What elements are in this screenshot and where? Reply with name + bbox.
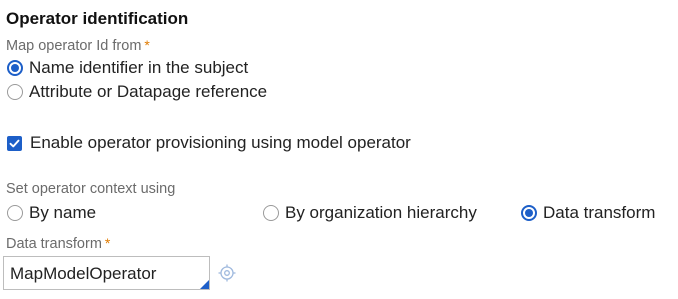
required-marker: * [144, 37, 150, 53]
enable-provisioning-checkbox[interactable]: Enable operator provisioning using model… [7, 133, 411, 153]
radio-button-selected[interactable] [7, 60, 23, 76]
radio-name-identifier[interactable]: Name identifier in the subject [7, 58, 248, 78]
radio-by-name[interactable]: By name [7, 203, 96, 223]
required-marker: * [104, 235, 111, 251]
operator-context-label: Set operator context using [6, 181, 176, 197]
radio-data-transform[interactable]: Data transform [521, 203, 655, 223]
radio-button[interactable] [7, 84, 23, 100]
radio-by-organization-hierarchy[interactable]: By organization hierarchy [263, 203, 477, 223]
radio-label: Name identifier in the subject [29, 58, 249, 77]
map-operator-label: Map operator Id from * [6, 37, 150, 54]
radio-label: Data transform [543, 203, 656, 222]
radio-button-selected[interactable] [521, 205, 537, 221]
section-title: Operator identification [6, 9, 189, 28]
target-icon[interactable] [218, 264, 236, 282]
autocomplete-corner-icon [200, 280, 209, 289]
radio-label: By organization hierarchy [285, 203, 477, 222]
map-operator-label-text: Map operator Id from [6, 38, 142, 54]
checkbox-checked[interactable] [7, 135, 22, 151]
radio-attribute-datapage[interactable]: Attribute or Datapage reference [7, 82, 267, 102]
checkmark-icon [9, 139, 20, 147]
checkbox-label: Enable operator provisioning using model… [30, 133, 411, 152]
data-transform-label: Data transform * [6, 235, 110, 252]
radio-label: By name [29, 203, 97, 222]
radio-button[interactable] [263, 205, 279, 221]
data-transform-label-text: Data transform [6, 236, 102, 252]
data-transform-input[interactable]: MapModelOperator [3, 256, 210, 290]
radio-label: Attribute or Datapage reference [29, 82, 268, 101]
radio-button[interactable] [7, 205, 23, 221]
crosshair-icon [218, 264, 236, 282]
data-transform-value: MapModelOperator [10, 264, 157, 283]
